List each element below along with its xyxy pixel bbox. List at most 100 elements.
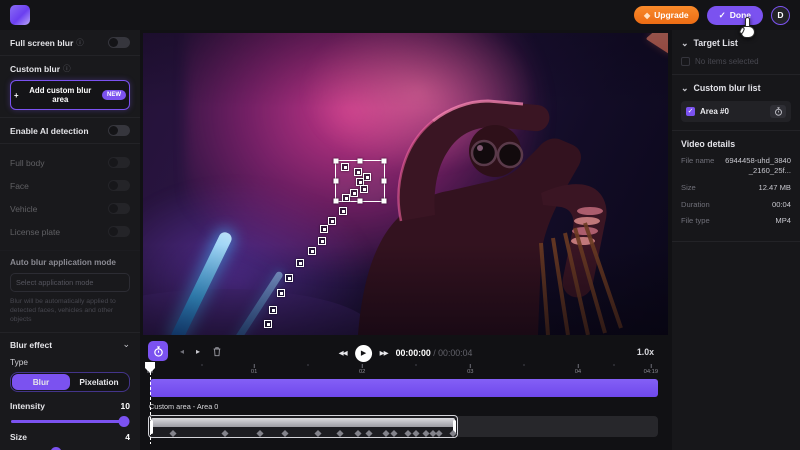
done-label: Done	[729, 10, 751, 20]
ai-option-vehicle-toggle[interactable]	[108, 203, 130, 214]
selection-handle[interactable]	[381, 178, 387, 184]
video-details-heading: Video details	[681, 139, 736, 149]
fast-forward-button[interactable]: ▶▶	[380, 349, 389, 357]
trail-keyframe-marker	[342, 194, 350, 202]
size-label: Size	[10, 431, 28, 442]
ai-option-face-toggle[interactable]	[108, 180, 130, 191]
total-time: 00:00:04	[438, 348, 473, 358]
avatar[interactable]: D	[771, 5, 790, 25]
trail-keyframe-marker	[285, 274, 293, 282]
trail-keyframe-marker	[264, 320, 272, 328]
enable-ai-toggle[interactable]	[108, 125, 130, 136]
ai-option-full-body-toggle[interactable]	[108, 157, 130, 168]
ai-option-vehicle-label: Vehicle	[10, 203, 38, 214]
info-icon: ⓘ	[63, 64, 71, 73]
video-preview[interactable]	[143, 33, 668, 335]
detail-label: Size	[681, 182, 696, 192]
timeline-ruler[interactable]: 000102030404:19	[147, 364, 658, 377]
blur-list-item-area-0[interactable]: ✓ Area #0	[681, 101, 791, 122]
play-button[interactable]: ▶	[354, 344, 372, 362]
playback-speed[interactable]: 1.0x	[637, 347, 654, 357]
selection-handle[interactable]	[357, 158, 363, 164]
chevron-down-icon[interactable]: ⌄	[122, 340, 130, 349]
enable-ai-label: Enable AI detection	[10, 125, 89, 136]
intensity-label: Intensity	[10, 400, 45, 411]
track-label: Custom area - Area 0	[149, 402, 219, 411]
left-settings-panel: Full screen blur ⓘ Custom blur ⓘ + Add c…	[0, 30, 140, 450]
new-badge: NEW	[102, 90, 126, 100]
intensity-value: 10	[120, 400, 130, 411]
selection-handle[interactable]	[333, 178, 339, 184]
trail-keyframe-marker	[318, 237, 326, 245]
selection-handle[interactable]	[333, 198, 339, 204]
blur-type-segmented-control: Blur Pixelation	[10, 371, 130, 392]
trail-keyframe-marker	[320, 225, 328, 233]
play-icon: ▶	[360, 350, 367, 357]
step-forward-button[interactable]: ▸	[196, 347, 200, 356]
ai-option-full-body-label: Full body	[10, 157, 45, 168]
type-label: Type	[10, 356, 28, 367]
detail-label: File type	[681, 216, 710, 226]
check-icon: ✓	[718, 9, 726, 20]
trail-keyframe-marker	[341, 163, 349, 171]
full-screen-blur-toggle[interactable]	[108, 37, 130, 48]
trail-keyframe-marker	[354, 168, 362, 176]
header: ◆ Upgrade ✓ Done D	[0, 0, 800, 30]
custom-blur-label: Custom blur	[10, 63, 61, 74]
done-button[interactable]: ✓ Done	[706, 5, 763, 25]
timeline-panel: ◂ ▸ ◀◀ ▶ ▶▶ 00:00:00 / 00:00:04 1.0x 000…	[143, 338, 668, 450]
stopwatch-icon[interactable]	[770, 105, 786, 118]
detail-value: 12.47 MB	[758, 182, 791, 192]
trail-keyframe-marker	[296, 259, 304, 267]
trail-keyframe-marker	[360, 185, 368, 193]
rewind-button[interactable]: ◀◀	[339, 349, 348, 357]
chevron-down-icon[interactable]: ⌄	[681, 83, 689, 93]
step-back-button[interactable]: ◂	[180, 347, 184, 356]
size-value: 4	[125, 431, 130, 442]
trail-keyframe-marker	[328, 217, 336, 225]
trail-keyframe-marker	[339, 207, 347, 215]
add-custom-blur-area-button[interactable]: + Add custom blur area NEW	[10, 80, 130, 110]
app-logo[interactable]	[10, 5, 30, 25]
timeline-bar[interactable]	[150, 379, 658, 397]
ai-option-face-label: Face	[10, 180, 29, 191]
add-keyframe-button[interactable]	[148, 341, 168, 361]
ai-option-license-plate-toggle[interactable]	[108, 226, 130, 237]
selection-handle[interactable]	[357, 198, 363, 204]
chevron-down-icon[interactable]: ⌄	[681, 38, 689, 48]
auto-blur-mode-dropdown[interactable]: Select application mode	[10, 273, 130, 292]
auto-blur-mode-description: Blur will be automatically applied to de…	[10, 298, 116, 324]
trail-keyframe-marker	[269, 306, 277, 314]
full-screen-blur-label: Full screen blur	[10, 37, 74, 48]
blur-effect-heading: Blur effect	[10, 339, 53, 350]
current-time: 00:00:00	[395, 348, 431, 358]
gem-icon: ◆	[643, 10, 651, 20]
type-option-pixelation[interactable]: Pixelation	[70, 374, 128, 390]
upgrade-button[interactable]: ◆ Upgrade	[633, 6, 699, 24]
detail-row: File type MP4	[681, 216, 791, 226]
detail-value: 6944458-uhd_3840_2160_25f...	[725, 156, 791, 175]
selection-handle[interactable]	[381, 198, 387, 204]
playhead[interactable]	[145, 362, 156, 446]
clip-segment[interactable]	[148, 415, 458, 438]
detail-label: Duration	[681, 199, 710, 209]
area-checkbox[interactable]: ✓	[686, 107, 695, 116]
empty-checkbox	[681, 57, 690, 66]
detail-row: Duration 00:04	[681, 200, 791, 210]
target-list-heading: Target List	[693, 38, 738, 48]
detail-row: File name 6944458-uhd_3840_2160_25f...	[681, 156, 791, 176]
keyframe-row	[149, 429, 457, 438]
selection-handle[interactable]	[381, 158, 387, 164]
detail-label: File name	[681, 156, 715, 165]
app-root: ◆ Upgrade ✓ Done D Full screen blur ⓘ Cu…	[0, 0, 800, 450]
type-option-blur[interactable]: Blur	[12, 373, 70, 390]
trash-icon[interactable]	[212, 346, 222, 357]
trail-keyframe-marker	[363, 173, 371, 181]
intensity-slider[interactable]	[11, 415, 130, 427]
custom-blur-list-heading: Custom blur list	[693, 83, 761, 93]
target-list-empty-text: No items selected	[695, 57, 759, 66]
add-custom-blur-label: Add custom blur area	[29, 86, 92, 104]
trail-keyframe-marker	[308, 247, 316, 255]
info-icon: ⓘ	[76, 38, 84, 47]
selection-handle[interactable]	[333, 158, 339, 164]
